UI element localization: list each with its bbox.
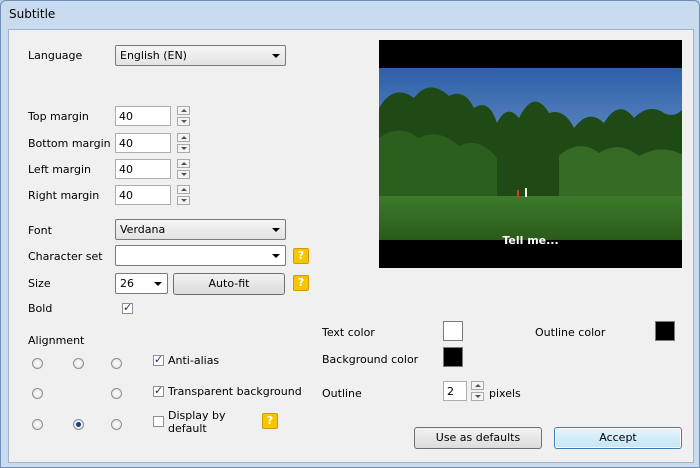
bold-checkbox[interactable]: [122, 301, 133, 314]
top-margin-label: Top margin: [28, 110, 89, 123]
language-select[interactable]: English (EN): [115, 45, 286, 66]
transparent-bg-checkbox[interactable]: [153, 384, 164, 397]
spin-down-icon[interactable]: [177, 170, 190, 179]
align-middle-right-radio[interactable]: [111, 388, 122, 399]
size-label: Size: [28, 277, 51, 290]
use-as-defaults-button[interactable]: Use as defaults: [414, 427, 542, 449]
help-icon[interactable]: ?: [262, 413, 278, 429]
right-margin-label: Right margin: [28, 189, 100, 202]
text-color-swatch[interactable]: [443, 321, 463, 341]
bottom-margin-spinner[interactable]: [177, 133, 190, 153]
spin-up-icon[interactable]: [177, 159, 190, 168]
antialias-label: Anti-alias: [168, 354, 220, 367]
spin-down-icon[interactable]: [177, 144, 190, 153]
align-top-left-radio[interactable]: [32, 358, 43, 369]
bottom-margin-label: Bottom margin: [28, 137, 111, 150]
window-title: Subtitle: [9, 7, 56, 21]
spin-up-icon[interactable]: [471, 381, 484, 390]
spin-up-icon[interactable]: [177, 133, 190, 142]
accept-button[interactable]: Accept: [554, 427, 682, 449]
charset-select[interactable]: [115, 245, 286, 266]
size-select[interactable]: 26: [115, 273, 168, 294]
title-bar[interactable]: Subtitle: [1, 1, 699, 28]
chevron-down-icon: [272, 228, 280, 232]
preview-caption: Tell me...: [502, 234, 559, 247]
align-bottom-center-radio[interactable]: [73, 419, 84, 430]
left-margin-input[interactable]: 40: [115, 159, 171, 179]
charset-label: Character set: [28, 250, 103, 263]
dialog-body: Language English (EN) Top margin 40 Bott…: [8, 29, 694, 463]
display-default-label: Display by default: [168, 409, 226, 435]
outline-label: Outline: [322, 387, 362, 400]
align-top-right-radio[interactable]: [111, 358, 122, 369]
spin-down-icon[interactable]: [177, 117, 190, 126]
bold-label: Bold: [28, 302, 53, 315]
outline-color-swatch[interactable]: [655, 321, 675, 341]
font-label: Font: [28, 224, 52, 237]
top-margin-spinner[interactable]: [177, 106, 190, 126]
display-default-line1: Display by: [168, 409, 226, 422]
antialias-checkbox[interactable]: [153, 353, 164, 366]
left-margin-spinner[interactable]: [177, 159, 190, 179]
left-margin-value: 40: [119, 163, 133, 176]
chevron-down-icon: [272, 54, 280, 58]
font-select[interactable]: Verdana: [115, 219, 286, 240]
transparent-bg-label: Transparent background: [168, 385, 302, 398]
outline-input[interactable]: 2: [443, 381, 467, 401]
outline-color-label: Outline color: [535, 326, 606, 339]
left-margin-label: Left margin: [28, 163, 91, 176]
text-color-label: Text color: [322, 326, 375, 339]
auto-fit-button[interactable]: Auto-fit: [173, 273, 285, 295]
bottom-margin-input[interactable]: 40: [115, 133, 171, 153]
top-margin-value: 40: [119, 110, 133, 123]
size-value: 26: [120, 277, 134, 290]
display-default-line2: default: [168, 422, 207, 435]
right-margin-spinner[interactable]: [177, 185, 190, 205]
spin-down-icon[interactable]: [177, 196, 190, 205]
subtitle-dialog: Subtitle Language English (EN) Top margi…: [0, 0, 700, 468]
spin-down-icon[interactable]: [471, 392, 484, 401]
top-margin-input[interactable]: 40: [115, 106, 171, 126]
background-color-swatch[interactable]: [443, 347, 463, 367]
align-middle-left-radio[interactable]: [32, 388, 43, 399]
outline-value: 2: [447, 385, 454, 398]
right-margin-input[interactable]: 40: [115, 185, 171, 205]
language-label: Language: [28, 49, 83, 62]
display-default-checkbox[interactable]: [153, 416, 164, 427]
font-value: Verdana: [120, 223, 166, 236]
spin-up-icon[interactable]: [177, 185, 190, 194]
chevron-down-icon: [272, 254, 280, 258]
align-top-center-radio[interactable]: [73, 358, 84, 369]
align-bottom-right-radio[interactable]: [111, 419, 122, 430]
language-value: English (EN): [120, 49, 187, 62]
alignment-label: Alignment: [28, 334, 85, 347]
background-color-label: Background color: [322, 353, 419, 366]
subtitle-preview: Tell me...: [379, 40, 682, 268]
chevron-down-icon: [154, 282, 162, 286]
help-icon[interactable]: ?: [293, 275, 309, 291]
bottom-margin-value: 40: [119, 137, 133, 150]
align-bottom-left-radio[interactable]: [32, 419, 43, 430]
help-icon[interactable]: ?: [293, 248, 309, 264]
spin-up-icon[interactable]: [177, 106, 190, 115]
preview-image: [379, 68, 682, 240]
outline-spinner[interactable]: [471, 381, 484, 401]
right-margin-value: 40: [119, 189, 133, 202]
outline-unit-label: pixels: [489, 387, 521, 400]
